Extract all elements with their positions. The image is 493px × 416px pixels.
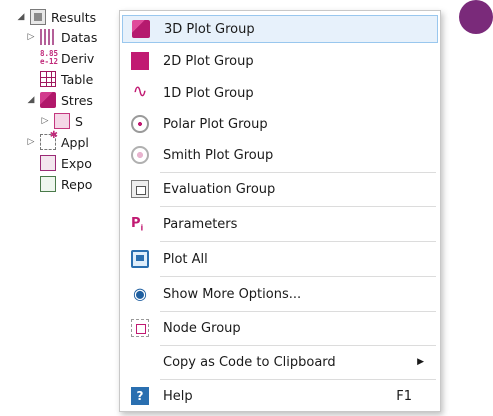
3d-plot-group-icon	[40, 92, 56, 108]
tree-label-surface: S	[75, 113, 83, 129]
tree-node-derived-values[interactable]: 8.85 e-12 Deriv	[40, 48, 94, 68]
evaluation-group-icon	[131, 180, 149, 198]
menu-label-smith-plot-group: Smith Plot Group	[163, 147, 274, 163]
tree-node-applications[interactable]: ▷ Appl	[26, 130, 89, 152]
menu-item-smith-plot-group[interactable]: Smith Plot Group	[122, 141, 438, 169]
collapsed-arrow-icon[interactable]: ▷	[26, 32, 36, 42]
export-icon	[40, 155, 56, 171]
menu-separator	[160, 276, 436, 277]
collapsed-arrow-icon[interactable]: ▷	[40, 116, 50, 126]
tree-label-datasets: Datas	[61, 29, 98, 45]
menu-item-help[interactable]: ? Help F1	[122, 382, 438, 410]
menu-label-1d-plot-group: 1D Plot Group	[163, 85, 254, 101]
menu-item-plot-all[interactable]: Plot All	[122, 245, 438, 273]
help-icon: ?	[131, 387, 149, 405]
menu-label-evaluation-group: Evaluation Group	[163, 181, 276, 197]
2d-plot-group-icon	[131, 52, 149, 70]
menu-item-show-more-options[interactable]: ◉ Show More Options...	[122, 280, 438, 308]
menu-item-polar-plot-group[interactable]: Polar Plot Group	[122, 110, 438, 138]
tree-label-reports: Repo	[61, 176, 93, 192]
menu-label-plot-all: Plot All	[163, 251, 208, 267]
help-shortcut: F1	[396, 388, 412, 404]
menu-item-2d-plot-group[interactable]: 2D Plot Group	[122, 47, 438, 75]
menu-separator	[160, 172, 436, 173]
menu-separator	[160, 345, 436, 346]
tree-node-datasets[interactable]: ▷ Datas	[26, 27, 97, 47]
menu-label-polar-plot-group: Polar Plot Group	[163, 116, 268, 132]
1d-plot-group-icon: ∿	[132, 81, 148, 102]
menu-separator	[160, 311, 436, 312]
collapsed-arrow-icon[interactable]: ▷	[26, 137, 36, 147]
applications-icon	[40, 130, 58, 150]
derived-values-icon: 8.85 e-12	[40, 49, 59, 66]
smith-plot-icon	[131, 146, 149, 164]
results-icon	[30, 9, 46, 25]
tree-node-surface[interactable]: ▷ S	[40, 111, 83, 131]
blank-icon	[131, 353, 149, 371]
menu-item-1d-plot-group[interactable]: ∿ 1D Plot Group	[122, 79, 438, 107]
table-icon	[40, 71, 56, 87]
menu-item-copy-as-code[interactable]: Copy as Code to Clipboard ▶	[122, 348, 438, 376]
node-group-icon	[131, 319, 149, 337]
plot-all-icon	[131, 250, 149, 268]
eye-icon: ◉	[133, 284, 147, 303]
menu-separator	[160, 241, 436, 242]
polar-plot-icon	[131, 115, 149, 133]
menu-label-help: Help	[163, 388, 193, 404]
surface-plot-icon	[54, 113, 70, 129]
menu-separator	[160, 379, 436, 380]
tree-node-reports[interactable]: Repo	[40, 174, 92, 194]
expanded-arrow-icon[interactable]: ◢	[16, 12, 26, 22]
menu-separator	[160, 206, 436, 207]
menu-label-2d-plot-group: 2D Plot Group	[163, 53, 254, 69]
tree-node-tables[interactable]: Table	[40, 69, 93, 89]
menu-label-3d-plot-group: 3D Plot Group	[164, 21, 255, 37]
3d-plot-group-icon	[132, 20, 150, 38]
submenu-arrow-icon: ▶	[417, 357, 424, 367]
datasets-icon	[40, 29, 56, 45]
tree-label-results: Results	[51, 9, 97, 25]
tree-label-applications: Appl	[61, 134, 89, 150]
reports-icon	[40, 176, 56, 192]
tree-label-stress: Stres	[61, 92, 93, 108]
menu-item-parameters[interactable]: Pi Parameters	[122, 210, 438, 238]
menu-item-node-group[interactable]: Node Group	[122, 314, 438, 342]
parameters-icon: Pi	[131, 216, 144, 233]
expanded-arrow-icon[interactable]: ◢	[26, 95, 36, 105]
tree-node-stress[interactable]: ◢ Stres	[26, 90, 93, 110]
menu-item-evaluation-group[interactable]: Evaluation Group	[122, 175, 438, 203]
menu-label-copy-as-code: Copy as Code to Clipboard	[163, 354, 336, 370]
menu-label-node-group: Node Group	[163, 320, 241, 336]
tree-label-table: Table	[61, 71, 94, 87]
menu-label-parameters: Parameters	[163, 216, 238, 232]
tree-node-export[interactable]: Expo	[40, 153, 92, 173]
tree-label-export: Expo	[61, 155, 92, 171]
menu-label-show-more-options: Show More Options...	[163, 286, 302, 302]
badge-icon	[459, 0, 493, 34]
tree-label-derived: Deriv	[61, 50, 95, 66]
tree-node-results[interactable]: ◢ Results	[16, 7, 96, 27]
context-menu: 3D Plot Group 2D Plot Group ∿ 1D Plot Gr…	[119, 10, 441, 412]
menu-item-3d-plot-group[interactable]: 3D Plot Group	[122, 15, 438, 43]
